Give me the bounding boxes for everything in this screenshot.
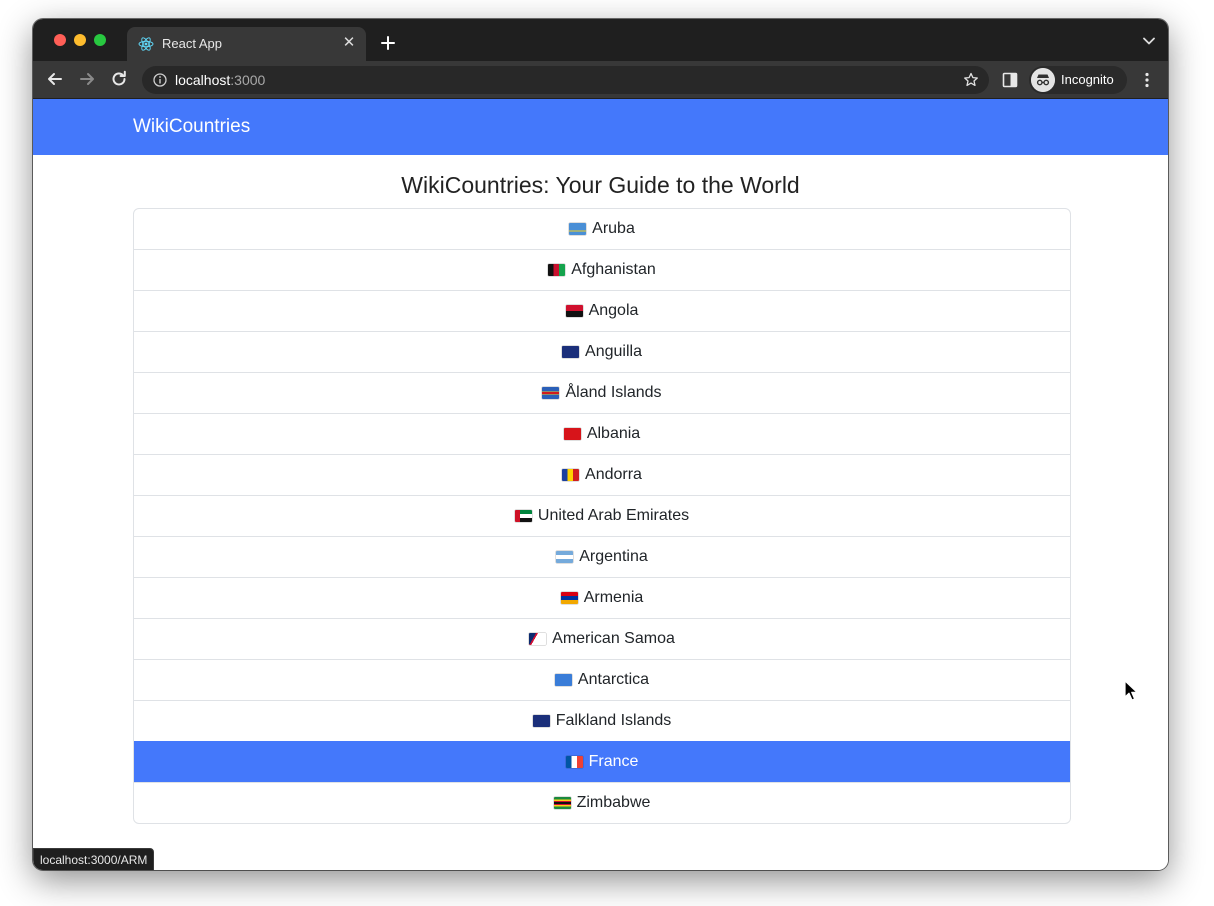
country-name: Albania bbox=[586, 425, 641, 442]
country-list-item[interactable]: Afghanistan bbox=[134, 249, 1070, 290]
american-samoa-flag-icon bbox=[529, 633, 547, 645]
country-name: Antarctica bbox=[577, 671, 650, 688]
country-list-item[interactable]: Falkland Islands bbox=[134, 700, 1070, 741]
armenia-flag-icon bbox=[560, 592, 578, 604]
new-tab-icon[interactable] bbox=[377, 32, 399, 54]
aruba-flag-icon bbox=[569, 223, 587, 235]
country-name: Afghanistan bbox=[571, 261, 656, 278]
url-text: localhost:3000 bbox=[175, 72, 265, 88]
antarctica-flag-icon bbox=[554, 674, 572, 686]
country-name: United Arab Emirates bbox=[537, 507, 690, 524]
address-bar[interactable]: localhost:3000 bbox=[142, 66, 989, 94]
country-name: France bbox=[588, 753, 639, 770]
country-name: Armenia bbox=[583, 589, 644, 606]
afghanistan-flag-icon bbox=[548, 264, 566, 276]
app-navbar: WikiCountries bbox=[33, 99, 1168, 155]
tab-strip: React App ✕ bbox=[33, 19, 1168, 61]
close-window-button[interactable] bbox=[54, 34, 66, 46]
minimize-window-button[interactable] bbox=[74, 34, 86, 46]
tab-search-chevron-icon[interactable] bbox=[1142, 34, 1156, 48]
falkland-flag-icon bbox=[532, 715, 550, 727]
country-list-item[interactable]: Åland Islands bbox=[134, 372, 1070, 413]
country-name: Anguilla bbox=[585, 343, 642, 360]
country-name: Angola bbox=[588, 302, 639, 319]
page-title: WikiCountries: Your Guide to the World bbox=[401, 172, 800, 198]
argentina-flag-icon bbox=[556, 551, 574, 563]
incognito-label: Incognito bbox=[1061, 72, 1114, 87]
country-name: Aruba bbox=[592, 220, 635, 237]
url-host: localhost bbox=[175, 72, 231, 88]
country-list-item[interactable]: Armenia bbox=[134, 577, 1070, 618]
side-panel-icon[interactable] bbox=[1002, 72, 1018, 88]
bookmark-star-icon[interactable] bbox=[963, 72, 979, 88]
react-logo-icon bbox=[138, 37, 154, 51]
country-list-item[interactable]: Andorra bbox=[134, 454, 1070, 495]
site-info-icon[interactable] bbox=[153, 73, 167, 87]
country-name: Zimbabwe bbox=[576, 794, 651, 811]
tab-react-app[interactable]: React App ✕ bbox=[127, 27, 366, 61]
anguilla-flag-icon bbox=[562, 346, 580, 358]
more-options-icon[interactable] bbox=[1140, 71, 1154, 89]
incognito-icon bbox=[1031, 68, 1055, 92]
country-name: Åland Islands bbox=[565, 384, 662, 401]
country-list-item[interactable]: United Arab Emirates bbox=[134, 495, 1070, 536]
url-port: :3000 bbox=[230, 72, 266, 88]
country-name: American Samoa bbox=[552, 630, 675, 647]
reload-icon[interactable] bbox=[109, 69, 129, 89]
country-list: Aruba Afghanistan Angola Anguilla Åland Isla… bbox=[133, 208, 1071, 824]
angola-flag-icon bbox=[565, 305, 583, 317]
country-list-item[interactable]: France bbox=[134, 741, 1070, 782]
country-list-item[interactable]: Antarctica bbox=[134, 659, 1070, 700]
country-list-item[interactable]: Angola bbox=[134, 290, 1070, 331]
zimbabwe-flag-icon bbox=[553, 797, 571, 809]
country-list-item[interactable]: Anguilla bbox=[134, 331, 1070, 372]
country-name: Argentina bbox=[579, 548, 648, 565]
incognito-profile-button[interactable]: Incognito bbox=[1029, 66, 1127, 94]
close-tab-icon[interactable]: ✕ bbox=[340, 34, 358, 52]
country-list-item[interactable]: American Samoa bbox=[134, 618, 1070, 659]
page-viewport: WikiCountries WikiCountries: Your Guide … bbox=[33, 99, 1168, 870]
country-list-item[interactable]: Zimbabwe bbox=[134, 782, 1070, 823]
navbar-brand[interactable]: WikiCountries bbox=[133, 116, 250, 138]
aland-flag-icon bbox=[542, 387, 560, 399]
country-list-item[interactable]: Albania bbox=[134, 413, 1070, 454]
zoom-window-button[interactable] bbox=[94, 34, 106, 46]
country-name: Andorra bbox=[585, 466, 642, 483]
albania-flag-icon bbox=[563, 428, 581, 440]
link-status-tooltip: localhost:3000/ARM bbox=[33, 848, 155, 870]
uae-flag-icon bbox=[514, 510, 532, 522]
country-list-item[interactable]: Argentina bbox=[134, 536, 1070, 577]
browser-window: React App ✕ localhost:3000 Incognito Wik… bbox=[33, 19, 1168, 870]
andorra-flag-icon bbox=[562, 469, 580, 481]
forward-arrow-icon[interactable] bbox=[77, 69, 97, 89]
country-list-item[interactable]: Aruba bbox=[134, 209, 1070, 249]
browser-toolbar: localhost:3000 Incognito bbox=[33, 61, 1168, 99]
france-flag-icon bbox=[565, 756, 583, 768]
tab-title: React App bbox=[162, 36, 222, 51]
country-name: Falkland Islands bbox=[555, 712, 672, 729]
mouse-cursor-icon bbox=[1124, 680, 1138, 701]
back-arrow-icon[interactable] bbox=[45, 69, 65, 89]
